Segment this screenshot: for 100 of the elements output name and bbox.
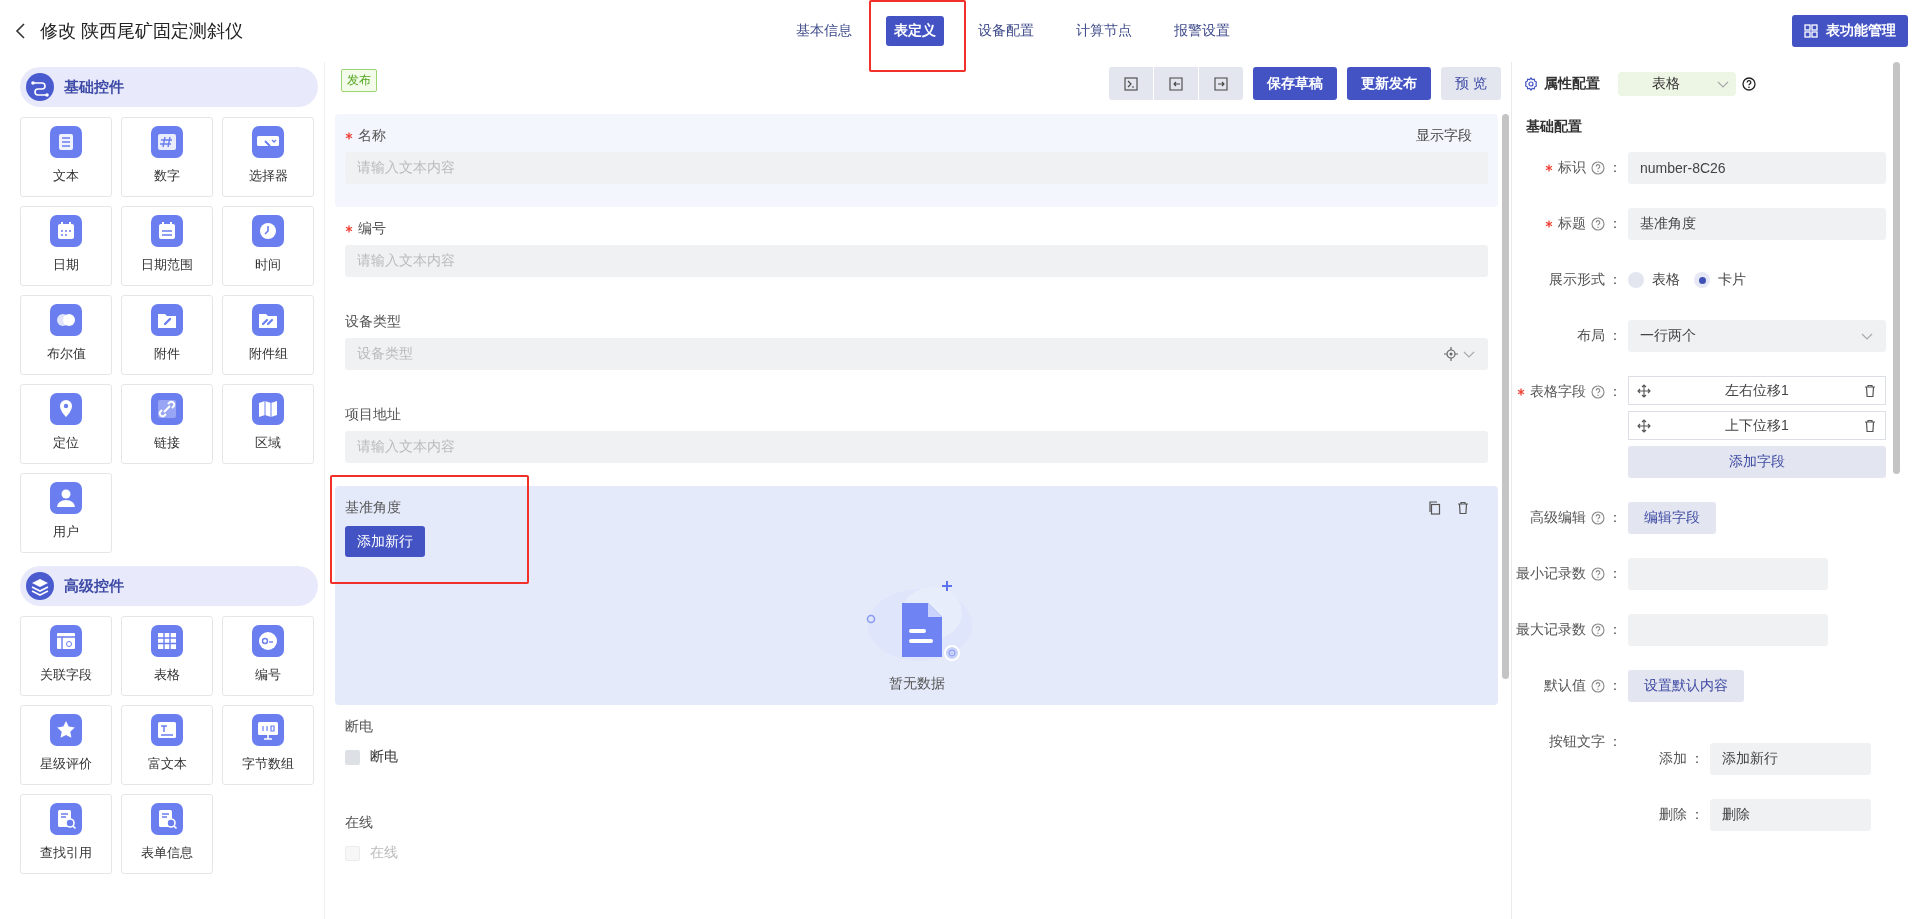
settings-icon xyxy=(1524,77,1538,91)
help-icon[interactable] xyxy=(1742,77,1756,91)
widget-tile[interactable]: 字节数组 xyxy=(222,705,314,785)
folder-icon xyxy=(252,304,284,336)
add-row-button[interactable]: 添加新行 xyxy=(345,526,425,557)
manage-button[interactable]: 表功能管理 xyxy=(1792,15,1908,47)
text-box-icon xyxy=(151,714,183,746)
field-label: 项目地址 xyxy=(345,406,401,424)
toolbar-button[interactable]: 预 览 xyxy=(1441,67,1501,100)
widget-tile[interactable]: 时间 xyxy=(222,206,314,286)
field-label: 基准角度 xyxy=(345,499,401,517)
widget-tile[interactable]: 日期 xyxy=(20,206,112,286)
trash-icon[interactable] xyxy=(1456,501,1470,515)
back-icon[interactable] xyxy=(14,23,28,39)
widget-tile[interactable]: 附件 xyxy=(121,295,213,375)
property-label: 展示形式 xyxy=(1549,271,1605,289)
icon-button[interactable] xyxy=(1109,67,1154,100)
colon: ： xyxy=(1608,621,1622,639)
radio-button[interactable] xyxy=(1628,272,1644,288)
colon: ： xyxy=(1608,677,1622,695)
widget-tile[interactable]: 富文本 xyxy=(121,705,213,785)
icon-button[interactable] xyxy=(1154,67,1199,100)
grid-icon xyxy=(1804,24,1818,38)
input-field[interactable]: 删除 xyxy=(1710,799,1871,831)
widget-tile[interactable]: 表格 xyxy=(121,616,213,696)
checkbox-label: 在线 xyxy=(370,844,398,862)
widget-tile[interactable]: 定位 xyxy=(20,384,112,464)
hash-icon xyxy=(151,126,183,158)
widget-tile[interactable]: 选择器 xyxy=(222,117,314,197)
tab[interactable]: 计算节点 xyxy=(1068,16,1140,46)
widget-tile[interactable]: 链接 xyxy=(121,384,213,464)
checkbox-label: 断电 xyxy=(370,748,398,766)
monitor-icon xyxy=(252,714,284,746)
colon: ： xyxy=(1608,271,1622,289)
widget-tile[interactable]: 表单信息 xyxy=(121,794,213,874)
property-label: 删除 xyxy=(1659,806,1687,824)
tab[interactable]: 表定义 xyxy=(886,16,944,46)
trash-icon[interactable] xyxy=(1863,418,1877,433)
widget-tile[interactable]: 关联字段 xyxy=(20,616,112,696)
input-field[interactable]: 基准角度 xyxy=(1628,208,1886,240)
field-option-link[interactable]: 显示字段 xyxy=(1416,127,1488,145)
field-label: 断电 xyxy=(345,718,373,736)
field-label: 编号 xyxy=(345,220,386,238)
widget-tile[interactable]: 编号 xyxy=(222,616,314,696)
toolbar-button[interactable]: 更新发布 xyxy=(1347,67,1432,100)
clock-icon xyxy=(252,215,284,247)
toggle-icon xyxy=(50,304,82,336)
toolbar-button[interactable]: 保存草稿 xyxy=(1253,67,1338,100)
terminal-icon xyxy=(1124,76,1139,91)
tab[interactable]: 设备配置 xyxy=(970,16,1042,46)
status-tag: 发布 xyxy=(341,69,377,92)
widget-tile[interactable]: 日期范围 xyxy=(121,206,213,286)
colon: ： xyxy=(1608,159,1622,177)
document-search-icon xyxy=(50,803,82,835)
calendar-icon xyxy=(151,215,183,247)
widget-tile[interactable]: 布尔值 xyxy=(20,295,112,375)
select-field[interactable]: 一行两个 xyxy=(1628,320,1886,352)
calendar-icon xyxy=(50,215,82,247)
type-select[interactable]: 表格 xyxy=(1618,72,1736,96)
copy-icon[interactable] xyxy=(1428,501,1442,515)
checkbox[interactable] xyxy=(345,749,360,765)
action-button[interactable]: 设置默认内容 xyxy=(1628,670,1744,702)
field-item: 上下位移1 xyxy=(1628,411,1886,440)
widget-tile[interactable]: 查找引用 xyxy=(20,794,112,874)
radio-label: 卡片 xyxy=(1718,271,1746,289)
tab[interactable]: 报警设置 xyxy=(1166,16,1238,46)
action-button[interactable]: 编辑字段 xyxy=(1628,502,1716,534)
section-title: 基础控件 xyxy=(64,77,124,97)
property-label: 标题 xyxy=(1545,215,1605,233)
empty-text: 暂无数据 xyxy=(888,675,945,693)
input-field[interactable]: number-8C26 xyxy=(1628,152,1886,184)
widget-tile[interactable]: 数字 xyxy=(121,117,213,197)
field-label: 设备类型 xyxy=(345,313,401,331)
user-icon xyxy=(50,482,82,514)
import-icon xyxy=(1169,76,1184,91)
tab[interactable]: 基本信息 xyxy=(788,16,860,46)
panel-title: 属性配置 xyxy=(1544,75,1600,93)
colon: ： xyxy=(1608,565,1622,583)
colon: ： xyxy=(1690,750,1704,768)
folder-icon xyxy=(151,304,183,336)
dropdown-icon xyxy=(252,126,284,158)
icon-button[interactable] xyxy=(1199,67,1244,100)
colon: ： xyxy=(1690,806,1704,824)
input-field[interactable]: 添加新行 xyxy=(1710,743,1871,775)
radio-button[interactable] xyxy=(1694,272,1710,288)
widget-tile[interactable]: 区域 xyxy=(222,384,314,464)
property-label: 标识 xyxy=(1545,159,1605,177)
radio-label: 表格 xyxy=(1652,271,1680,289)
add-field-button[interactable]: 添加字段 xyxy=(1628,446,1886,478)
section-title: 高级控件 xyxy=(64,576,124,596)
location-pin-icon xyxy=(50,393,82,425)
drag-handle-icon[interactable] xyxy=(1637,383,1651,398)
widget-tile[interactable]: 附件组 xyxy=(222,295,314,375)
drag-handle-icon[interactable] xyxy=(1637,418,1651,433)
trash-icon[interactable] xyxy=(1863,383,1877,398)
widget-tile[interactable]: 文本 xyxy=(20,117,112,197)
widget-tile[interactable]: 用户 xyxy=(20,473,112,553)
circuit-icon xyxy=(26,73,54,101)
widget-tile[interactable]: 星级评价 xyxy=(20,705,112,785)
property-label: 高级编辑 xyxy=(1530,509,1605,527)
